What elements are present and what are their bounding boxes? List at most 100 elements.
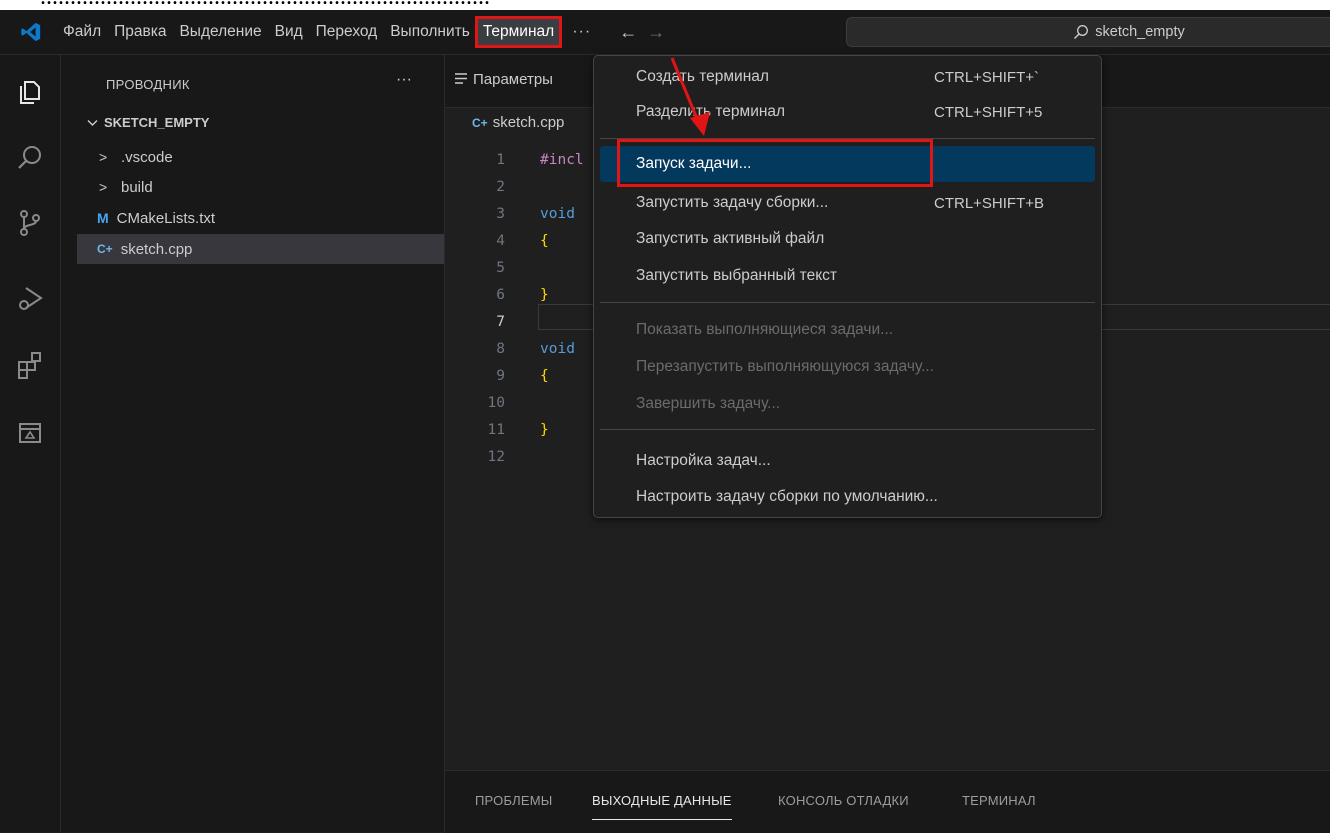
explorer-sidebar: ПРОВОДНИК ··· SKETCH_EMPTY > .vscode > b… xyxy=(61,55,445,832)
chevron-down-icon xyxy=(87,115,98,130)
menu-item-shortcut: CTRL+SHIFT+` xyxy=(934,68,1040,86)
search-icon xyxy=(1074,25,1089,39)
line-number: 11 xyxy=(487,422,505,438)
tab-debug-console[interactable]: КОНСОЛЬ ОТЛАДКИ xyxy=(778,793,909,808)
cpp-file-icon: C+ xyxy=(472,115,488,130)
title-bar: Файл Правка Выделение Вид Переход Выполн… xyxy=(0,10,1330,55)
line-number: 9 xyxy=(496,368,505,384)
line-number: 3 xyxy=(496,206,505,222)
back-arrow-icon[interactable]: ← xyxy=(619,22,637,43)
code-text: { xyxy=(540,368,549,384)
files-icon[interactable] xyxy=(12,73,48,109)
menu-item-configure-tasks[interactable]: Настройка задач... xyxy=(600,443,1095,479)
menu-item-label: Создать терминал xyxy=(636,68,769,85)
menu-item-label: Настроить задачу сборки по умолчанию... xyxy=(636,488,938,505)
activity-bar xyxy=(0,55,61,832)
menu-edit[interactable]: Правка xyxy=(109,19,171,45)
code-text: void xyxy=(540,206,575,222)
tab-output-label: ВЫХОДНЫЕ ДАННЫЕ xyxy=(592,793,732,808)
code-text: #incl xyxy=(540,152,584,168)
menu-item-shortcut: CTRL+SHIFT+5 xyxy=(934,103,1043,121)
line-number: 4 xyxy=(496,233,505,249)
tab-settings[interactable]: Параметры xyxy=(455,71,553,88)
menu-view[interactable]: Вид xyxy=(270,19,308,45)
run-debug-icon[interactable] xyxy=(12,280,48,316)
menu-item-label: Разделить терминал xyxy=(636,103,786,120)
line-number: 2 xyxy=(496,179,505,195)
settings-list-icon xyxy=(455,71,467,88)
line-number: 1 xyxy=(496,152,505,168)
forward-arrow-icon[interactable]: → xyxy=(647,22,665,43)
tree-item-build[interactable]: > build xyxy=(77,172,444,202)
tree-item-label: .vscode xyxy=(121,148,173,166)
breadcrumb[interactable]: C+ sketch.cpp xyxy=(472,114,564,131)
active-tab-underline xyxy=(592,819,732,820)
menu-separator xyxy=(600,429,1095,430)
line-number: 12 xyxy=(487,449,505,465)
command-center-search[interactable]: sketch_empty xyxy=(846,17,1330,47)
menu-separator xyxy=(600,302,1095,303)
menu-item-split-terminal[interactable]: Разделить терминал CTRL+SHIFT+5 xyxy=(600,94,1095,130)
document-text: ........................................… xyxy=(40,0,490,10)
menu-selection[interactable]: Выделение xyxy=(174,19,266,45)
remote-explorer-icon[interactable] xyxy=(12,415,48,451)
menu-bar: Файл Правка Выделение Вид Переход Выполн… xyxy=(58,16,591,48)
menu-item-label: Запустить выбранный текст xyxy=(636,267,838,284)
tab-problems[interactable]: ПРОБЛЕМЫ xyxy=(475,793,553,808)
extensions-icon[interactable] xyxy=(12,347,48,383)
tree-item-label: build xyxy=(121,178,153,196)
chevron-right-icon: > xyxy=(99,149,108,165)
menu-item-terminate-task: Завершить задачу... xyxy=(600,386,1095,422)
menu-item-configure-default-build-task[interactable]: Настроить задачу сборки по умолчанию... xyxy=(600,479,1095,515)
menu-item-label: Показать выполняющиеся задачи... xyxy=(636,321,894,338)
menu-more-button[interactable]: ··· xyxy=(572,23,591,41)
tab-output[interactable]: ВЫХОДНЫЕ ДАННЫЕ xyxy=(592,793,732,820)
bottom-panel: ПРОБЛЕМЫ ВЫХОДНЫЕ ДАННЫЕ КОНСОЛЬ ОТЛАДКИ… xyxy=(445,770,1330,833)
tree-item-vscode[interactable]: > .vscode xyxy=(77,142,444,172)
menu-item-label: Завершить задачу... xyxy=(636,395,781,412)
navigation-arrows: ← → xyxy=(619,22,665,43)
explorer-more-button[interactable]: ··· xyxy=(396,71,412,89)
menu-item-run-active-file[interactable]: Запустить активный файл xyxy=(600,221,1095,257)
line-number: 5 xyxy=(496,260,505,276)
tab-terminal[interactable]: ТЕРМИНАЛ xyxy=(962,793,1036,808)
menu-item-restart-running-task: Перезапустить выполняющуюся задачу... xyxy=(600,349,1095,385)
search-icon[interactable] xyxy=(12,140,48,176)
code-text: void xyxy=(540,341,575,357)
menu-item-label: Запустить задачу сборки... xyxy=(636,194,829,211)
menu-item-run-selected-text[interactable]: Запустить выбранный текст xyxy=(600,258,1095,294)
terminal-menu-dropdown: Создать терминал CTRL+SHIFT+` Разделить … xyxy=(593,55,1102,518)
chevron-right-icon: > xyxy=(99,179,108,195)
code-text: { xyxy=(540,233,549,249)
search-text: sketch_empty xyxy=(1095,24,1185,40)
menu-item-new-terminal[interactable]: Создать терминал CTRL+SHIFT+` xyxy=(600,59,1095,95)
menu-item-label: Запустить активный файл xyxy=(636,230,825,247)
line-number: 6 xyxy=(496,287,505,303)
line-number: 8 xyxy=(496,341,505,357)
menu-item-run-build-task[interactable]: Запустить задачу сборки... CTRL+SHIFT+B xyxy=(600,185,1095,221)
menu-file[interactable]: Файл xyxy=(58,19,106,45)
source-control-icon[interactable] xyxy=(12,205,48,241)
vscode-logo-icon xyxy=(14,15,48,49)
cmake-file-icon: M xyxy=(97,210,109,226)
code-text: } xyxy=(540,422,549,438)
tree-item-cmakelists[interactable]: M CMakeLists.txt xyxy=(77,203,444,233)
line-number: 7 xyxy=(496,314,505,330)
tree-item-label: sketch.cpp xyxy=(120,240,193,258)
document-text-strip: ........................................… xyxy=(0,0,1330,10)
menu-run[interactable]: Выполнить xyxy=(385,19,475,45)
tab-label: Параметры xyxy=(473,71,553,88)
explorer-title: ПРОВОДНИК xyxy=(106,77,190,92)
menu-item-label: Перезапустить выполняющуюся задачу... xyxy=(636,358,935,375)
menu-terminal[interactable]: Терминал xyxy=(474,16,563,48)
line-number: 10 xyxy=(487,395,505,411)
menu-item-label: Настройка задач... xyxy=(636,452,771,469)
menu-item-show-running-tasks: Показать выполняющиеся задачи... xyxy=(600,312,1095,348)
workspace-folder-label: SKETCH_EMPTY xyxy=(104,115,210,130)
cpp-file-icon: C+ xyxy=(97,242,113,256)
workspace-folder[interactable]: SKETCH_EMPTY xyxy=(87,115,209,130)
breadcrumb-file: sketch.cpp xyxy=(492,114,565,131)
menu-go[interactable]: Переход xyxy=(311,19,383,45)
tree-item-label: CMakeLists.txt xyxy=(116,209,216,227)
tree-item-sketch-cpp[interactable]: C+ sketch.cpp xyxy=(77,234,444,264)
